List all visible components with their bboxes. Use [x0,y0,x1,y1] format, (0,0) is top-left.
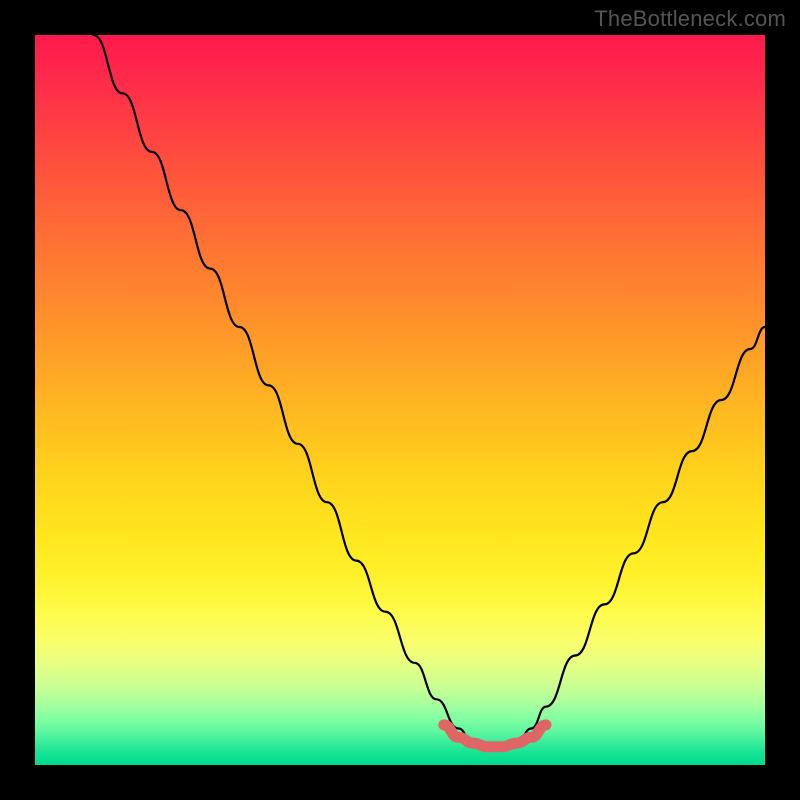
plot-area [35,35,765,765]
chart-svg [35,35,765,765]
watermark-text: TheBottleneck.com [594,6,786,32]
bottleneck-curve [93,35,765,750]
